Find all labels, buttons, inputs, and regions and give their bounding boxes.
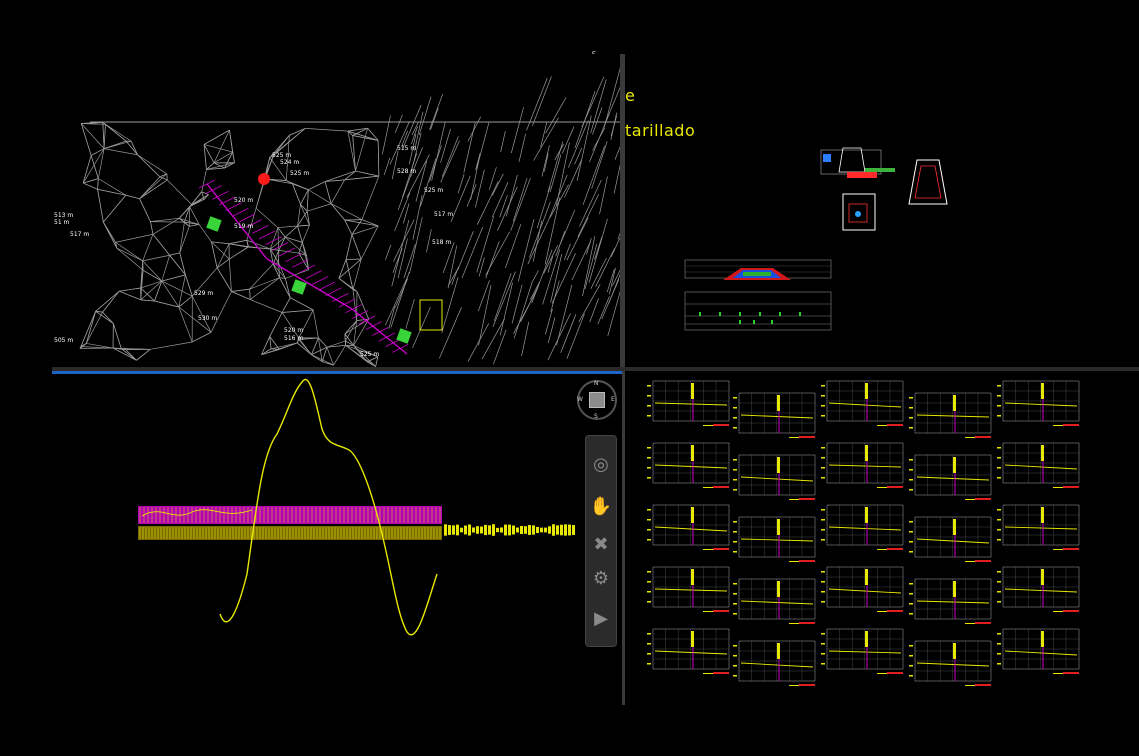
cross-section-chart [909,640,992,686]
manhole-detail [820,147,948,231]
orbit-icon[interactable]: ⚙ [589,564,613,594]
road-section [684,259,832,331]
cross-section-chart [733,392,816,438]
showmotion-icon[interactable]: ▶ [589,604,613,634]
terrain-mesh: 513 m51 m517 m505 m525 m524 m525 m520 m5… [54,65,622,367]
elevation-label: 516 m [284,335,303,342]
cross-section-chart [821,380,904,426]
cross-section-chart [997,504,1080,550]
steering-wheel-icon[interactable]: ◎ [589,450,613,480]
navigation-bar: ◎ ✋ ✖ ⚙ ▶ [585,435,617,647]
pan-hand-icon[interactable]: ✋ [589,492,613,522]
longitudinal-profile [138,378,575,636]
cross-section-chart [997,566,1080,612]
elevation-label: 525 m [424,187,443,194]
elevation-label: 520 m [234,197,253,204]
viewport-top-left[interactable]: 513 m 51 m 517 m 505 m 525 m 524 m 525 m 520 m5… [52,54,622,368]
elevation-label: 529 m [194,290,213,297]
cross-section-chart [821,628,904,674]
viewport-top-right[interactable]: e tarillado [625,54,1139,368]
elevation-label: 51 m [54,219,70,226]
cross-section-chart [647,566,730,612]
cross-sections-grid [647,380,1080,686]
cross-section-chart [647,628,730,674]
elevation-label: 530 m [198,315,217,322]
cross-section-chart [733,516,816,562]
zoom-icon[interactable]: ✖ [589,530,613,560]
cross-section-chart [647,380,730,426]
cross-section-chart [821,442,904,488]
cross-section-chart [909,578,992,624]
viewcube-north-label: N [594,380,599,387]
elevation-label: 520 m [284,327,303,334]
viewcube-west-label: W [577,396,583,403]
cross-section-chart [909,516,992,562]
viewcube[interactable]: N S E W [577,380,617,420]
cross-section-chart [821,504,904,550]
viewcube-east-label: E [611,396,615,403]
elevation-label: 525 m [290,170,309,177]
cross-section-chart [733,640,816,686]
elevation-label: 528 m [397,168,416,175]
elevation-label: 517 m [70,231,89,238]
viewcube-south-label: S [594,413,598,420]
elevation-label: 515 m [397,145,416,152]
cross-section-chart [647,442,730,488]
elevation-label: 524 m [280,159,299,166]
elevation-label: 517 m [434,211,453,218]
viewport-bottom-right[interactable] [625,371,1139,705]
cross-section-chart [909,454,992,500]
cross-section-chart [997,380,1080,426]
cross-section-chart [733,454,816,500]
cross-section-chart [733,578,816,624]
elevation-label: 505 m [54,337,73,344]
viewcube-top-face[interactable] [589,392,605,408]
cross-section-chart [997,628,1080,674]
elevation-label: 525 m [360,351,379,358]
cross-section-chart [647,504,730,550]
elevation-label: 518 m [432,239,451,246]
cross-section-chart [821,566,904,612]
detail-drawings [684,147,948,331]
elevation-label: 513 m [54,212,73,219]
cross-section-chart [909,392,992,438]
cross-section-chart [997,442,1080,488]
elevation-label: 525 m [272,152,291,159]
elevation-label: 519 m [234,223,253,230]
viewport-bottom-left[interactable] [52,371,622,708]
